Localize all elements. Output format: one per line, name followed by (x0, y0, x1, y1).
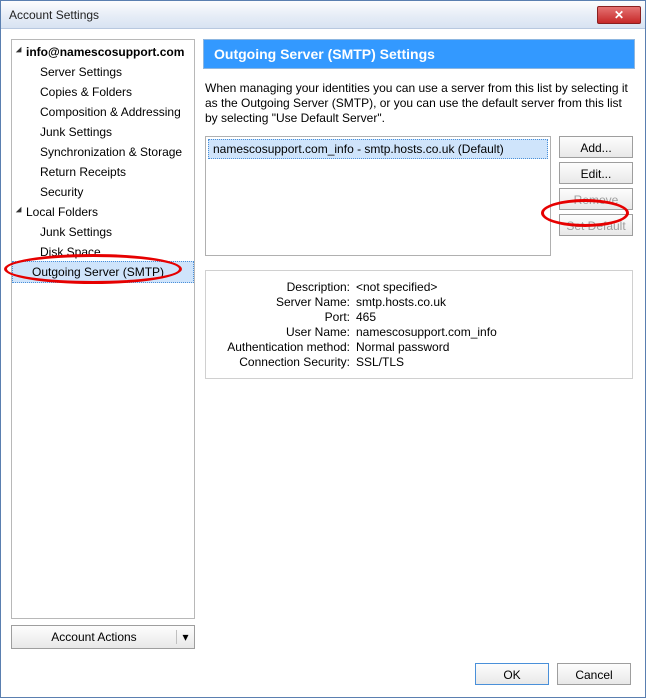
tree-item-local-junk[interactable]: Junk Settings (12, 222, 194, 242)
account-tree: info@namescosupport.com Server Settings … (11, 39, 195, 619)
panel-title: Outgoing Server (SMTP) Settings (203, 39, 635, 69)
detail-value-servername: smtp.hosts.co.uk (356, 295, 622, 309)
sidebar: info@namescosupport.com Server Settings … (11, 39, 195, 649)
smtp-server-list[interactable]: namescosupport.com_info - smtp.hosts.co.… (205, 136, 551, 256)
close-icon: ✕ (614, 8, 624, 22)
panel-instructions: When managing your identities you can us… (205, 81, 633, 126)
account-actions-button[interactable]: Account Actions ▾ (11, 625, 195, 649)
window-title: Account Settings (9, 8, 597, 22)
tree-item-composition[interactable]: Composition & Addressing (12, 102, 194, 122)
tree-account-label: info@namescosupport.com (26, 45, 184, 59)
dropdown-icon: ▾ (176, 630, 194, 644)
tree-item-sync[interactable]: Synchronization & Storage (12, 142, 194, 162)
tree-item-server-settings[interactable]: Server Settings (12, 62, 194, 82)
close-button[interactable]: ✕ (597, 6, 641, 24)
tree-item-outgoing-smtp[interactable]: Outgoing Server (SMTP) (12, 261, 194, 283)
ok-button[interactable]: OK (475, 663, 549, 685)
tree-item-junk[interactable]: Junk Settings (12, 122, 194, 142)
tree-item-disk-space[interactable]: Disk Space (12, 242, 194, 262)
edit-button[interactable]: Edit... (559, 162, 633, 184)
details-box: Description:<not specified> Server Name:… (205, 270, 633, 379)
chevron-down-icon (16, 47, 24, 55)
tree-item-copies-folders[interactable]: Copies & Folders (12, 82, 194, 102)
detail-value-auth: Normal password (356, 340, 622, 354)
detail-label: Port: (216, 310, 356, 324)
title-bar: Account Settings ✕ (1, 1, 645, 29)
tree-account-root[interactable]: info@namescosupport.com (12, 42, 194, 62)
content-area: info@namescosupport.com Server Settings … (1, 29, 645, 697)
dialog-footer: OK Cancel (11, 657, 635, 687)
add-button[interactable]: Add... (559, 136, 633, 158)
detail-label: User Name: (216, 325, 356, 339)
detail-label: Connection Security: (216, 355, 356, 369)
detail-value-description: <not specified> (356, 280, 622, 294)
main-panel: Outgoing Server (SMTP) Settings When man… (203, 39, 635, 649)
detail-value-username: namescosupport.com_info (356, 325, 622, 339)
tree-local-label: Local Folders (26, 205, 98, 219)
detail-label: Server Name: (216, 295, 356, 309)
remove-button: Remove (559, 188, 633, 210)
tree-item-return-receipts[interactable]: Return Receipts (12, 162, 194, 182)
detail-value-connsec: SSL/TLS (356, 355, 622, 369)
detail-label: Authentication method: (216, 340, 356, 354)
chevron-down-icon (16, 207, 24, 215)
tree-item-security[interactable]: Security (12, 182, 194, 202)
detail-label: Description: (216, 280, 356, 294)
tree-local-folders[interactable]: Local Folders (12, 202, 194, 222)
cancel-button[interactable]: Cancel (557, 663, 631, 685)
account-actions-label: Account Actions (12, 630, 176, 644)
set-default-button: Set Default (559, 214, 633, 236)
detail-value-port: 465 (356, 310, 622, 324)
smtp-list-item[interactable]: namescosupport.com_info - smtp.hosts.co.… (208, 139, 548, 159)
